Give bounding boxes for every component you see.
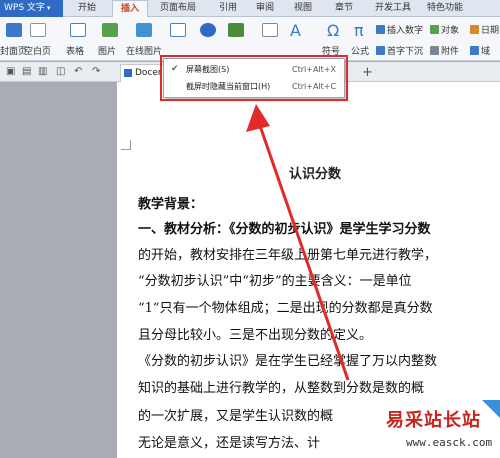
watermark-url: www.easck.com <box>406 436 493 449</box>
field-icon <box>470 46 479 55</box>
attachment-icon <box>430 46 439 55</box>
word-art-icon: A <box>290 21 301 40</box>
undo-icon[interactable]: ↶ <box>74 66 82 77</box>
online-picture-button[interactable]: 在线图片 <box>126 44 162 57</box>
insert-number-label: 插入数字 <box>387 26 424 36</box>
highlight-box <box>160 55 348 101</box>
blank-page-button[interactable]: 空白页 <box>24 44 51 57</box>
object-label: 对象 <box>441 26 460 36</box>
print-icon[interactable]: ▥ <box>38 66 47 77</box>
symbol-icon: Ω <box>327 21 340 40</box>
tab-references[interactable]: 引用 <box>219 0 237 17</box>
document-line-1: 一、教材分析：《分数的初步认识》是学生学习分数 <box>138 218 431 237</box>
watermark: 易采站长站 www.easck.com <box>372 400 500 458</box>
document-line-3: “分数初步认识”中“初步”的主要含义：一是单位 <box>138 274 412 289</box>
date-icon <box>470 25 479 34</box>
drop-cap-button[interactable]: 首字下沉 <box>376 44 423 57</box>
document-line-5: 且分母比较小。三是不出现分数的定义。 <box>138 328 373 343</box>
title-tab-bar: WPS 文字 ▾ 开始 插入 页面布局 引用 审阅 视图 章节 开发工具 特色功能 <box>0 0 500 17</box>
attachment-label: 附件 <box>441 47 460 57</box>
formula-icon: π <box>354 21 364 40</box>
cover-page-button[interactable]: 封面页 <box>0 44 27 57</box>
object-button[interactable]: 对象 <box>430 23 459 36</box>
attachment-button[interactable]: 附件 <box>430 44 459 57</box>
watermark-name: 易采站长站 <box>386 410 481 431</box>
tab-home[interactable]: 开始 <box>78 0 96 17</box>
cover-page-icon <box>6 23 22 37</box>
document-line-4: “1”只有一个物体组成；二是出现的分数都是真分数 <box>138 301 433 316</box>
watermark-corner <box>482 400 500 418</box>
folder-icon[interactable]: ▤ <box>22 66 31 77</box>
picture-button[interactable]: 图片 <box>98 44 116 57</box>
shapes-icon <box>200 23 216 37</box>
tab-special-features[interactable]: 特色功能 <box>427 0 463 17</box>
drop-cap-label: 首字下沉 <box>387 47 424 57</box>
document-line-8: 的一次扩展，又是学生认识数的概 <box>138 409 334 424</box>
number-icon <box>376 25 385 34</box>
date-button[interactable]: 日期 <box>470 23 499 36</box>
date-label: 日期 <box>481 26 500 36</box>
document-tab-label: Docer <box>135 68 162 78</box>
chevron-down-icon: ▾ <box>46 4 51 12</box>
tab-chapter[interactable]: 章节 <box>335 0 353 17</box>
tab-insert[interactable]: 插入 <box>112 0 149 17</box>
field-label: 域 <box>481 47 491 57</box>
tab-view[interactable]: 视图 <box>294 0 312 17</box>
document-title: 认识分数 <box>289 167 342 182</box>
table-button[interactable]: 表格 <box>66 44 84 57</box>
online-picture-icon <box>136 23 152 37</box>
table-icon <box>70 23 86 37</box>
new-tab-plus-icon[interactable]: + <box>362 65 373 80</box>
wps-menu-button[interactable]: WPS 文字 ▾ <box>0 0 63 17</box>
wps-menu-label: WPS 文字 <box>4 3 45 13</box>
redo-icon[interactable]: ↷ <box>92 66 100 77</box>
tab-review[interactable]: 审阅 <box>256 0 274 17</box>
screenshot-icon <box>170 23 186 37</box>
tab-developer-tools[interactable]: 开发工具 <box>375 0 411 17</box>
preview-icon[interactable]: ◫ <box>56 66 65 77</box>
blank-page-icon <box>30 23 46 37</box>
drop-cap-icon <box>376 46 385 55</box>
formula-button[interactable]: 公式 <box>351 44 369 57</box>
field-button[interactable]: 域 <box>470 44 490 57</box>
text-box-icon <box>262 23 278 37</box>
save-icon[interactable]: ▣ <box>6 66 15 77</box>
chart-icon <box>228 23 244 37</box>
document-heading: 教学背景： <box>138 197 204 212</box>
insert-number-button[interactable]: 插入数字 <box>376 23 423 36</box>
document-line-7: 知识的基础上进行教学的，从整数到分数是数的概 <box>138 381 425 396</box>
object-icon <box>430 25 439 34</box>
document-icon <box>124 69 132 77</box>
document-line-2: 的开始，教材安排在三年级上册第七单元进行教学， <box>138 248 438 263</box>
tab-page-layout[interactable]: 页面布局 <box>160 0 196 17</box>
document-line-9: 无论是意义，还是读写方法、计 <box>138 436 321 451</box>
picture-icon <box>102 23 118 37</box>
document-line-6: 《分数的初步认识》是在学生已经掌握了万以内整数 <box>138 354 438 369</box>
margin-corner-mark <box>121 140 131 150</box>
document-line-1-text: 一、教材分析：《分数的初步认识》是学生学习分数 <box>138 222 431 237</box>
